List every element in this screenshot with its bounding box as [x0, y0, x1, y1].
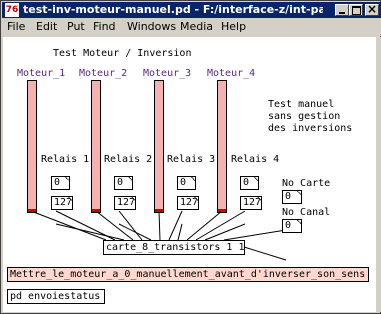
object-pd-envoiestatus[interactable]: pd envoiestatus	[7, 289, 105, 304]
relay-toggle-3[interactable]: 0	[177, 176, 196, 190]
slider-knob[interactable]	[218, 209, 226, 212]
wire-slider-3	[158, 210, 161, 241]
object-carte-8-transistors[interactable]: carte_8_transistors 1 1	[103, 240, 245, 255]
no-canal-label: No Canal	[282, 207, 331, 218]
slider-knob[interactable]	[92, 209, 100, 212]
wire-number-4	[195, 210, 246, 241]
relay-label-4: Relais 4	[231, 154, 280, 165]
title-bar[interactable]: 76 test-inv-moteur-manuel.pd - F:/interf…	[2, 2, 381, 18]
maximize-button[interactable]	[349, 4, 363, 16]
close-button[interactable]	[365, 3, 379, 16]
wire-toggle-2	[118, 223, 152, 241]
menu-find[interactable]: Find	[93, 18, 116, 36]
relay-label-2: Relais 2	[104, 154, 153, 165]
menu-edit[interactable]: Edit	[36, 18, 57, 36]
relay-toggle-4[interactable]: 0	[240, 176, 259, 190]
wire-slider-2	[95, 210, 134, 241]
menu-windows[interactable]: Windows	[127, 18, 176, 36]
minimize-button[interactable]	[335, 4, 349, 16]
pd-patch-window: 76 test-inv-moteur-manuel.pd - F:/interf…	[0, 0, 381, 314]
motor-value-3[interactable]: 127	[177, 196, 199, 210]
no-canal-number[interactable]: 0	[282, 219, 302, 233]
menu-file[interactable]: File	[7, 18, 25, 36]
header-comment: Test Moteur / Inversion	[53, 48, 192, 59]
wire-toggle-3	[177, 223, 183, 241]
pd-app-icon: 76	[5, 3, 19, 17]
menu-bar: File Edit Put Find Windows Media Help	[2, 18, 381, 36]
motor-value-4[interactable]: 127	[240, 196, 262, 210]
menu-media[interactable]: Media	[180, 18, 213, 36]
motor-value-2[interactable]: 127	[114, 196, 136, 210]
wire-toggle-1	[55, 223, 125, 241]
message-box-warning[interactable]: Mettre_le_moteur_a_0_manuellement_avant_…	[7, 267, 369, 282]
relay-toggle-1[interactable]: 0	[51, 176, 70, 190]
motor-label-3: Moteur_3	[143, 68, 192, 79]
wire-no-carte	[223, 229, 287, 241]
motor-slider-2[interactable]	[91, 80, 101, 213]
slider-knob[interactable]	[155, 209, 163, 212]
no-carte-number[interactable]: 0	[282, 190, 302, 204]
menu-put[interactable]: Put	[67, 18, 85, 36]
motor-slider-1[interactable]	[27, 80, 37, 213]
motor-slider-4[interactable]	[217, 80, 227, 213]
slider-knob[interactable]	[28, 209, 36, 212]
note-line-1: Test manuel	[268, 99, 335, 110]
motor-label-2: Moteur_2	[79, 68, 128, 79]
patch-canvas[interactable]: Test Moteur / Inversion Moteur_1 Moteur_…	[3, 37, 376, 312]
note-line-3: des inversions	[268, 123, 353, 134]
motor-label-4: Moteur_4	[207, 68, 256, 79]
motor-slider-3[interactable]	[154, 80, 164, 213]
relay-toggle-2[interactable]: 0	[114, 176, 133, 190]
vertical-scrollbar[interactable]	[376, 37, 381, 312]
message-text: Mettre_le_moteur_a_0_manuellement_avant_…	[10, 269, 366, 280]
wire-slider-1	[30, 210, 107, 241]
no-carte-label: No Carte	[282, 178, 331, 189]
relay-label-1: Relais 1	[41, 154, 90, 165]
wire-number-3	[168, 210, 183, 241]
window-title: test-inv-moteur-manuel.pd - F:/interface…	[23, 3, 323, 16]
motor-value-1[interactable]: 127	[51, 196, 73, 210]
menu-help[interactable]: Help	[221, 18, 246, 36]
wire-no-canal	[243, 246, 287, 261]
note-line-2: sans gestion	[268, 111, 341, 122]
motor-label-1: Moteur_1	[17, 68, 66, 79]
relay-label-3: Relais 3	[167, 154, 216, 165]
